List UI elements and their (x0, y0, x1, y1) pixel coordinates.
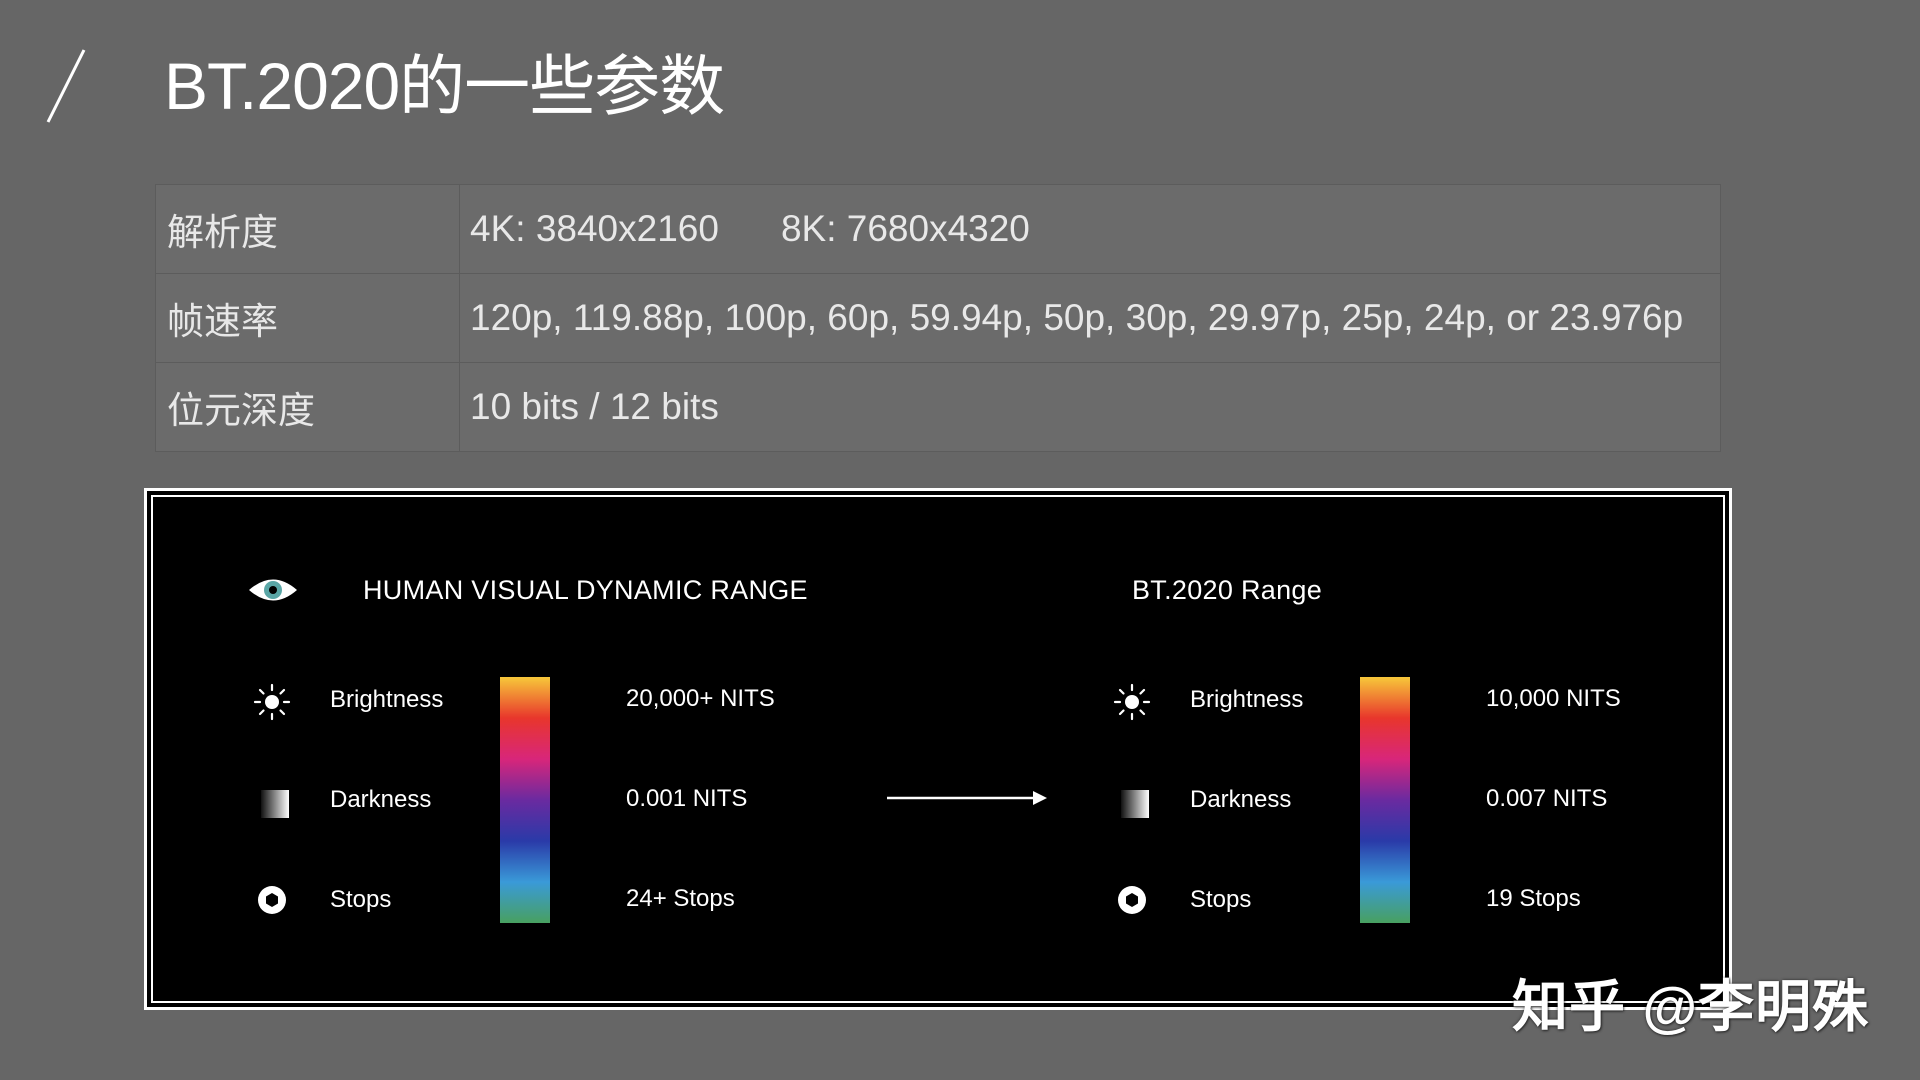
right-brightness-label: Brightness (1190, 686, 1304, 713)
right-heading: BT.2020 Range (1132, 575, 1323, 605)
left-brightness-value: 20,000+ NITS (626, 685, 775, 712)
left-heading: HUMAN VISUAL DYNAMIC RANGE (363, 575, 808, 605)
slide-title: BT.2020的一些参数 (164, 49, 725, 123)
arrow-right-icon (887, 791, 1047, 805)
panel-border: HUMAN VISUAL DYNAMIC RANGE Brightness Da… (151, 495, 1725, 1003)
row-key: 位元深度 (155, 362, 460, 452)
resolution-8k: 8K: 7680x4320 (780, 208, 1030, 249)
row-key: 解析度 (155, 184, 460, 274)
row-value: 10 bits / 12 bits (459, 362, 1721, 452)
dynamic-range-panel: HUMAN VISUAL DYNAMIC RANGE Brightness Da… (144, 488, 1732, 1010)
sun-icon (1113, 683, 1151, 721)
resolution-4k: 4K: 3840x2160 (470, 208, 719, 249)
left-spectrum-bar (500, 677, 550, 923)
right-stops-value: 19 Stops (1486, 885, 1581, 912)
right-darkness-value: 0.007 NITS (1486, 785, 1608, 812)
left-darkness-label: Darkness (330, 786, 432, 813)
table-row: 位元深度 10 bits / 12 bits (155, 362, 1721, 452)
left-darkness-value: 0.001 NITS (626, 785, 748, 812)
aperture-icon (1118, 886, 1146, 914)
sun-icon (253, 683, 291, 721)
table-row: 帧速率 120p, 119.88p, 100p, 60p, 59.94p, 50… (155, 273, 1721, 363)
gradient-square-icon (261, 790, 289, 818)
right-stops-label: Stops (1190, 886, 1252, 913)
slash-decoration-icon (46, 49, 86, 123)
aperture-icon (258, 886, 286, 914)
row-value: 4K: 3840x2160 8K: 7680x4320 (459, 184, 1721, 274)
spec-table: 解析度 4K: 3840x2160 8K: 7680x4320 帧速率 120p,… (155, 184, 1721, 452)
eye-icon (249, 579, 297, 601)
right-brightness-value: 10,000 NITS (1486, 685, 1621, 712)
left-stops-value: 24+ Stops (626, 885, 735, 912)
right-spectrum-bar (1360, 677, 1410, 923)
table-row: 解析度 4K: 3840x2160 8K: 7680x4320 (155, 184, 1721, 274)
row-key: 帧速率 (155, 273, 460, 363)
watermark: 知乎 @李明殊 (1512, 975, 1870, 1038)
gradient-square-icon (1121, 790, 1149, 818)
right-darkness-label: Darkness (1190, 786, 1292, 813)
row-value: 120p, 119.88p, 100p, 60p, 59.94p, 50p, 3… (459, 273, 1721, 363)
left-brightness-label: Brightness (330, 686, 444, 713)
left-stops-label: Stops (330, 886, 392, 913)
